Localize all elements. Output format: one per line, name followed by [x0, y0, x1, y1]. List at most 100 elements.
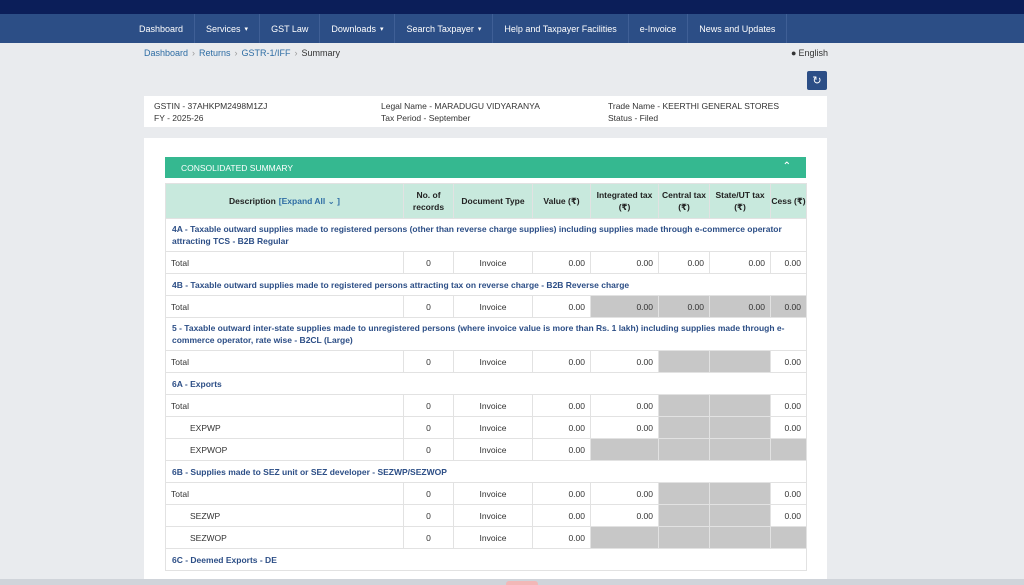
section-title[interactable]: 6B - Supplies made to SEZ unit or SEZ de…: [165, 460, 807, 483]
col-doc-type: Document Type: [453, 183, 533, 219]
cell-cess: 0.00: [770, 482, 807, 505]
cell-value: 0.00: [532, 482, 591, 505]
cell-sgst: [709, 394, 771, 417]
cell-cgst: 0.00: [658, 295, 710, 318]
consolidated-summary-title: CONSOLIDATED SUMMARY: [181, 162, 294, 173]
caret-down-icon: ▾: [477, 25, 482, 33]
taxpayer-info: GSTIN - 37AHKPM2498M1ZJ FY - 2025-26 Leg…: [144, 96, 827, 127]
breadcrumb: Dashboard › Returns › GSTR-1/IFF › Summa…: [144, 48, 828, 58]
table-row: Total 0 Invoice 0.00 0.00 0.00: [165, 350, 807, 373]
nav-e-invoice[interactable]: e-Invoice: [629, 14, 689, 43]
table-row: Total 0 Invoice 0.00 0.00 0.00 0.00 0.00: [165, 251, 807, 274]
globe-icon: ●: [791, 48, 797, 58]
nav-gst-law[interactable]: GST Law: [260, 14, 321, 43]
row-label: EXPWP: [165, 416, 404, 439]
cell-cgst: 0.00: [658, 251, 710, 274]
section-row[interactable]: 4B - Taxable outward supplies made to re…: [165, 273, 807, 296]
cell-cgst: [658, 526, 710, 549]
table-row: SEZWP 0 Invoice 0.00 0.00 0.00: [165, 504, 807, 527]
breadcrumb-returns[interactable]: Returns: [199, 48, 231, 58]
cell-sgst: [709, 350, 771, 373]
gstin: GSTIN - 37AHKPM2498M1ZJ: [154, 101, 268, 111]
table-row: SEZWOP 0 Invoice 0.00: [165, 526, 807, 549]
nav-services[interactable]: Services ▾: [195, 14, 261, 43]
cell-records: 0: [403, 251, 454, 274]
cell-cess: [770, 438, 807, 461]
cell-igst: 0.00: [590, 394, 659, 417]
legal-info: Legal Name - MARADUGU VIDYARANYA Tax Per…: [381, 100, 608, 124]
breadcrumb-separator: ›: [294, 48, 298, 58]
cell-cess: 0.00: [770, 251, 807, 274]
cell-sgst: 0.00: [709, 251, 771, 274]
section-title[interactable]: 4B - Taxable outward supplies made to re…: [165, 273, 807, 296]
cell-sgst: [709, 504, 771, 527]
cell-value: 0.00: [532, 504, 591, 527]
section-row[interactable]: 6B - Supplies made to SEZ unit or SEZ de…: [165, 460, 807, 483]
cell-records: 0: [403, 438, 454, 461]
breadcrumb-gstr1[interactable]: GSTR-1/IFF: [242, 48, 291, 58]
cell-cess: 0.00: [770, 394, 807, 417]
refresh-button[interactable]: ↻: [807, 71, 827, 90]
expand-all-link[interactable]: [Expand All ⌄ ]: [279, 196, 340, 206]
cell-records: 0: [403, 504, 454, 527]
cell-doc: Invoice: [453, 504, 533, 527]
cell-cgst: [658, 416, 710, 439]
cell-doc: Invoice: [453, 251, 533, 274]
cell-value: 0.00: [532, 416, 591, 439]
nav-news-updates[interactable]: News and Updates: [688, 14, 788, 43]
section-title[interactable]: 6A - Exports: [165, 372, 807, 395]
nav-label: Downloads: [331, 23, 376, 34]
col-igst: Integrated tax (₹): [590, 183, 659, 219]
col-sgst: State/UT tax (₹): [709, 183, 771, 219]
nav-label: Help and Taxpayer Facilities: [504, 23, 617, 34]
col-cess: Cess (₹): [770, 183, 807, 219]
cell-value: 0.00: [532, 438, 591, 461]
section-row[interactable]: 4A - Taxable outward supplies made to re…: [165, 218, 807, 252]
cell-sgst: [709, 482, 771, 505]
nav-downloads[interactable]: Downloads ▾: [320, 14, 396, 43]
cell-igst: 0.00: [590, 350, 659, 373]
row-label: Total: [165, 482, 404, 505]
cell-doc: Invoice: [453, 295, 533, 318]
section-title[interactable]: 4A - Taxable outward supplies made to re…: [165, 218, 807, 252]
nav-label: Search Taxpayer: [406, 23, 474, 34]
top-strip: [0, 0, 1024, 14]
section-title[interactable]: 6C - Deemed Exports - DE: [165, 548, 807, 571]
cell-value: 0.00: [532, 394, 591, 417]
table-row: Total 0 Invoice 0.00 0.00 0.00: [165, 482, 807, 505]
cell-records: 0: [403, 416, 454, 439]
nav-search-taxpayer[interactable]: Search Taxpayer ▾: [395, 14, 494, 43]
cell-igst: 0.00: [590, 251, 659, 274]
section-row[interactable]: 6A - Exports: [165, 372, 807, 395]
expand-all-label: [Expand All: [278, 196, 326, 206]
cell-cgst: [658, 350, 710, 373]
consolidated-summary-header[interactable]: CONSOLIDATED SUMMARY ⌃: [165, 157, 806, 178]
legal-name: Legal Name - MARADUGU VIDYARANYA: [381, 101, 540, 111]
breadcrumb-dashboard[interactable]: Dashboard: [144, 48, 188, 58]
cell-value: 0.00: [532, 526, 591, 549]
cell-sgst: 0.00: [709, 295, 771, 318]
language-selector[interactable]: ● English: [791, 48, 828, 58]
nav-help-facilities[interactable]: Help and Taxpayer Facilities: [493, 14, 629, 43]
expand-all-close: ]: [337, 196, 340, 206]
section-row[interactable]: 5 - Taxable outward inter-state supplies…: [165, 317, 807, 351]
cell-cess: [770, 526, 807, 549]
cell-cgst: [658, 504, 710, 527]
row-label: SEZWOP: [165, 526, 404, 549]
section-title[interactable]: 5 - Taxable outward inter-state supplies…: [165, 317, 807, 351]
chevron-up-icon[interactable]: ⌃: [783, 161, 791, 172]
summary-panel: CONSOLIDATED SUMMARY ⌃ Description [Expan…: [144, 138, 827, 585]
bottom-tab-indicator: [506, 581, 538, 585]
cell-records: 0: [403, 526, 454, 549]
gstin-info: GSTIN - 37AHKPM2498M1ZJ FY - 2025-26: [154, 100, 381, 124]
nav-dashboard[interactable]: Dashboard: [128, 14, 196, 43]
cell-value: 0.00: [532, 251, 591, 274]
row-label: Total: [165, 350, 404, 373]
main-navbar: Dashboard Services ▾ GST Law Downloads ▾ S…: [0, 14, 1024, 43]
cell-sgst: [709, 526, 771, 549]
tax-period: Tax Period - September: [381, 113, 471, 123]
cell-doc: Invoice: [453, 394, 533, 417]
table-row: EXPWP 0 Invoice 0.00 0.00 0.00: [165, 416, 807, 439]
section-row[interactable]: 6C - Deemed Exports - DE: [165, 548, 807, 571]
trade-name: Trade Name - KEERTHI GENERAL STORES: [608, 101, 779, 111]
